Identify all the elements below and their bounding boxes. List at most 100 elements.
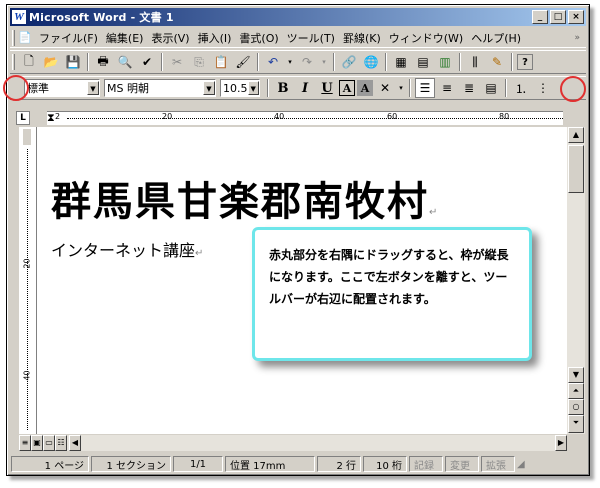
ruler-row: L ⧗ 2 20 40 60 80 <box>11 110 585 128</box>
char-shading-button[interactable]: A <box>357 80 373 96</box>
scroll-right-button[interactable]: ▶ <box>555 435 567 451</box>
close-button[interactable]: × <box>568 10 584 24</box>
maximize-button[interactable]: □ <box>550 10 566 24</box>
tables-borders-icon[interactable]: ▦ <box>391 52 411 72</box>
web-layout-icon[interactable]: ▣ <box>31 435 43 451</box>
web-toolbar-icon[interactable]: 🌐 <box>361 52 381 72</box>
status-ext[interactable]: 拡張 <box>481 456 515 472</box>
ruler-mark: 20 <box>162 112 173 121</box>
scroll-up-button[interactable]: ▲ <box>568 127 584 143</box>
print-icon[interactable]: 🖶 <box>93 52 113 72</box>
undo-dropdown-icon[interactable]: ▾ <box>285 52 295 72</box>
format-painter-icon[interactable]: 🖌 <box>233 52 253 72</box>
menu-insert[interactable]: 挿入(I) <box>194 30 236 46</box>
browse-object-button[interactable]: ○ <box>568 399 584 415</box>
scroll-down-button[interactable]: ▼ <box>568 367 584 383</box>
open-folder-icon[interactable]: 📂 <box>41 52 61 72</box>
menubar-grip[interactable] <box>12 29 15 46</box>
paste-icon[interactable]: 📋 <box>211 52 231 72</box>
help-icon[interactable]: ? <box>517 54 533 70</box>
style-combobox[interactable]: 標準 ▼ <box>24 79 100 97</box>
hyperlink-icon[interactable]: 🔗 <box>339 52 359 72</box>
minimize-button[interactable]: _ <box>532 10 548 24</box>
menu-edit[interactable]: 編集(E) <box>102 30 148 46</box>
menubar-more-icon[interactable]: » <box>574 33 580 43</box>
align-center-icon[interactable]: ≡ <box>437 78 457 98</box>
previous-page-button[interactable]: ⏶ <box>568 383 584 399</box>
distribute-icon[interactable]: ▤ <box>481 78 501 98</box>
horizontal-ruler[interactable]: ⧗ 2 20 40 60 80 <box>47 111 563 125</box>
save-icon[interactable]: 💾 <box>63 52 83 72</box>
font-combobox[interactable]: MS 明朝 ▼ <box>104 79 216 97</box>
insert-excel-icon[interactable]: ▥ <box>435 52 455 72</box>
heading-line: 群馬県甘楽郡南牧村 <box>51 178 429 225</box>
menu-bar: 📄 ファイル(F) 編集(E) 表示(V) 挿入(I) 書式(O) ツール(T)… <box>10 28 586 48</box>
word-app-icon[interactable]: W <box>12 10 26 24</box>
normal-view-icon[interactable]: ≡ <box>19 435 31 451</box>
document-menu-icon[interactable]: 📄 <box>18 31 32 45</box>
title-bar[interactable]: W Microsoft Word - 文書 1 _ □ × <box>10 8 586 26</box>
chevron-down-icon[interactable]: ▼ <box>203 81 215 95</box>
char-border-button[interactable]: A <box>339 80 355 96</box>
toolbar-separator <box>333 53 335 71</box>
bullets-icon[interactable]: ⋮ <box>533 78 553 98</box>
chevron-down-icon[interactable]: ▾ <box>397 78 405 98</box>
toolbar-separator <box>385 53 387 71</box>
tab-selector[interactable]: L <box>16 111 30 125</box>
status-trk[interactable]: 変更 <box>445 456 479 472</box>
toolbar-separator <box>267 79 269 97</box>
resize-grip-icon[interactable]: ◢ <box>517 459 525 470</box>
heading-text[interactable]: 群馬県甘楽郡南牧村↵ <box>51 169 439 227</box>
ruler-mark: 2 <box>55 112 61 121</box>
status-rec[interactable]: 記録 <box>409 456 443 472</box>
chevron-down-icon[interactable]: ▼ <box>247 81 259 95</box>
print-layout-icon[interactable]: ▭ <box>43 435 55 451</box>
toolbar-separator <box>511 53 513 71</box>
outline-view-icon[interactable]: ☷ <box>55 435 67 451</box>
scroll-left-button[interactable]: ◀ <box>69 435 81 451</box>
indent-marker-icon[interactable]: ⧗ <box>47 111 55 125</box>
subtitle-text[interactable]: インターネット講座↵ <box>51 237 203 261</box>
menu-format[interactable]: 書式(O) <box>235 30 282 46</box>
italic-button[interactable]: I <box>295 78 315 98</box>
horizontal-scrollbar[interactable]: ≡ ▣ ▭ ☷ ◀ ▶ <box>19 435 567 451</box>
char-scale-icon[interactable]: ✕ <box>375 78 395 98</box>
cut-icon[interactable]: ✂ <box>167 52 187 72</box>
status-page-of: 1/1 <box>173 456 223 472</box>
menu-table[interactable]: 罫線(K) <box>339 30 385 46</box>
status-position: 位置 17mm <box>225 456 315 472</box>
menu-help[interactable]: ヘルプ(H) <box>467 30 525 46</box>
align-justify-icon[interactable]: ☰ <box>415 78 435 98</box>
undo-icon[interactable]: ↶ <box>263 52 283 72</box>
window-title: Microsoft Word - 文書 1 <box>29 11 174 24</box>
redo-icon[interactable]: ↷ <box>297 52 317 72</box>
redo-dropdown-icon[interactable]: ▾ <box>319 52 329 72</box>
menu-tools[interactable]: ツール(T) <box>283 30 339 46</box>
underline-button[interactable]: U <box>317 78 337 98</box>
insert-table-icon[interactable]: ▤ <box>413 52 433 72</box>
vertical-ruler[interactable]: 20 40 <box>19 127 37 434</box>
formatting-toolbar: 標準 ▼ MS 明朝 ▼ 10.5 ▼ B I U A A ✕ ▾ ☰ ≡ ≣ … <box>10 76 586 100</box>
standard-toolbar-grip[interactable] <box>12 54 15 70</box>
new-doc-icon[interactable]: 🗋 <box>19 52 39 72</box>
toolbar-separator <box>161 53 163 71</box>
copy-icon[interactable]: ⎘ <box>189 52 209 72</box>
scroll-thumb[interactable] <box>568 145 584 193</box>
vruler-mark: 20 <box>22 258 32 269</box>
chevron-down-icon[interactable]: ▼ <box>87 81 99 95</box>
numbering-icon[interactable]: ⒈ <box>511 78 531 98</box>
next-page-button[interactable]: ⏷ <box>568 415 584 433</box>
spellcheck-icon[interactable]: ✔ <box>137 52 157 72</box>
drawing-icon[interactable]: ✎ <box>487 52 507 72</box>
menu-file[interactable]: ファイル(F) <box>35 30 102 46</box>
menu-view[interactable]: 表示(V) <box>147 30 193 46</box>
font-size-combobox[interactable]: 10.5 ▼ <box>220 79 260 97</box>
columns-icon[interactable]: ⫼ <box>465 52 485 72</box>
align-right-icon[interactable]: ≣ <box>459 78 479 98</box>
print-preview-icon[interactable]: 🔍 <box>115 52 135 72</box>
status-page: 1 ページ <box>11 456 89 472</box>
bold-button[interactable]: B <box>273 78 293 98</box>
vertical-scrollbar[interactable]: ▲ ▼ ⏶ ○ ⏷ <box>567 127 585 434</box>
toolbar-separator <box>505 79 507 97</box>
menu-window[interactable]: ウィンドウ(W) <box>385 30 467 46</box>
